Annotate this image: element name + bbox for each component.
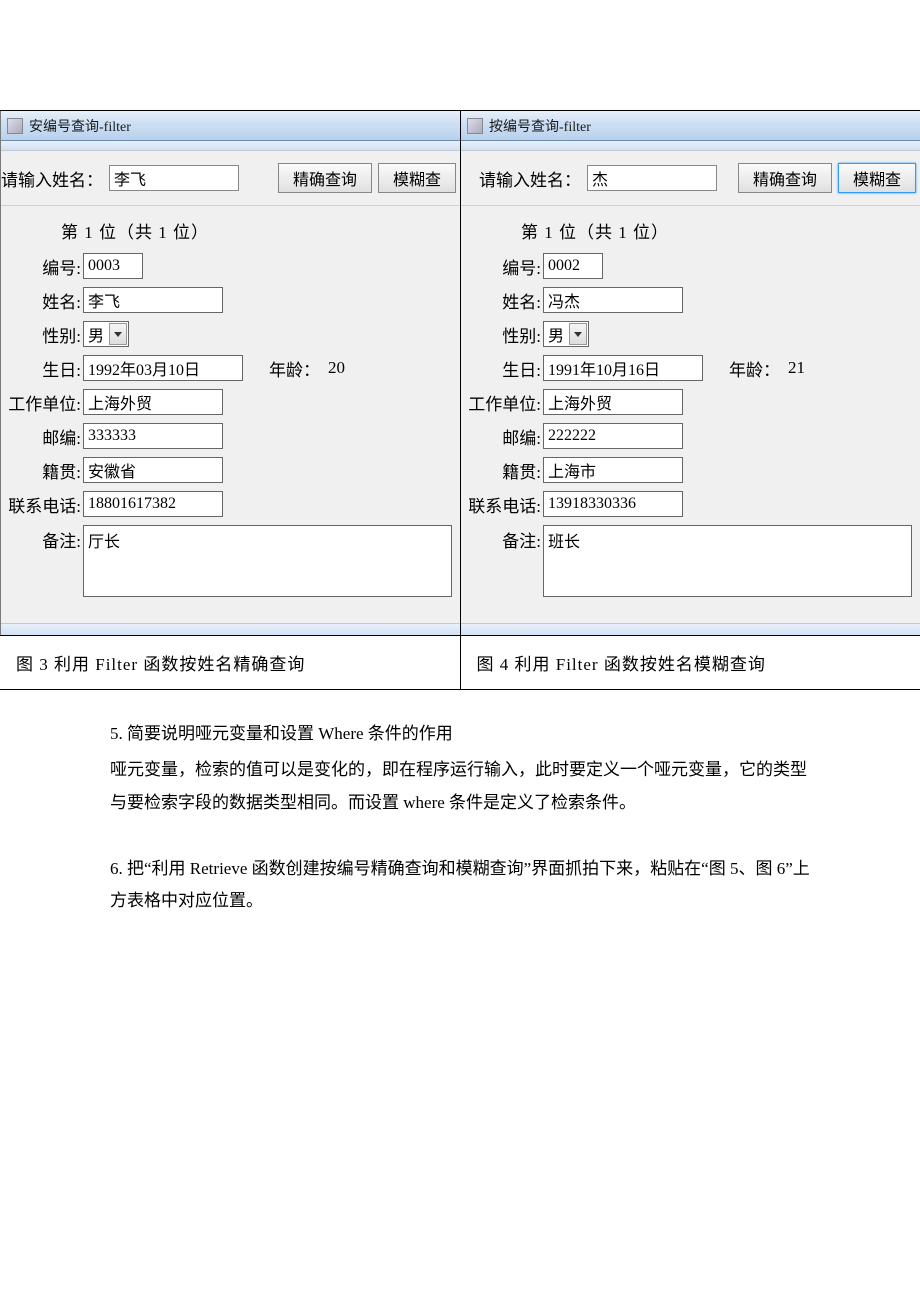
fuzzy-query-button[interactable]: 模糊查 bbox=[378, 163, 456, 193]
caption-row: 图 3 利用 Filter 函数按姓名精确查询 图 4 利用 Filter 函数… bbox=[0, 636, 920, 690]
phone-label: 联系电话: bbox=[1, 492, 83, 517]
phone-field[interactable] bbox=[83, 491, 223, 517]
age-value: 21 bbox=[788, 358, 805, 378]
document-body: 5. 简要说明哑元变量和设置 Where 条件的作用 哑元变量，检索的值可以是变… bbox=[0, 690, 920, 961]
app-window-right: 按编号查询-filter 请输入姓名： 精确查询 模糊查 第 1 位（共 1 位… bbox=[460, 111, 920, 635]
question-5-title: 5. 简要说明哑元变量和设置 Where 条件的作用 bbox=[110, 718, 810, 750]
birthday-label: 生日: bbox=[1, 356, 83, 381]
name-field[interactable] bbox=[83, 287, 223, 313]
workunit-label: 工作单位: bbox=[461, 390, 543, 415]
name-label: 姓名: bbox=[461, 288, 543, 313]
workunit-field[interactable] bbox=[83, 389, 223, 415]
remark-label: 备注: bbox=[1, 525, 83, 552]
chevron-down-icon[interactable] bbox=[109, 323, 127, 345]
remark-field[interactable] bbox=[83, 525, 452, 597]
age-label: 年龄： bbox=[729, 356, 780, 381]
position-indicator: 第 1 位（共 1 位） bbox=[1, 218, 460, 243]
search-row: 请输入姓名： 精确查询 模糊查 bbox=[1, 151, 460, 205]
workunit-label: 工作单位: bbox=[1, 390, 83, 415]
result-form: 第 1 位（共 1 位） 编号: 姓名: 性别: 男 生日: 年龄： 20 工作… bbox=[1, 205, 460, 623]
gender-value: 男 bbox=[544, 322, 568, 346]
gender-label: 性别: bbox=[461, 322, 543, 347]
gender-select[interactable]: 男 bbox=[83, 321, 129, 347]
name-search-input[interactable] bbox=[109, 165, 239, 191]
gender-label: 性别: bbox=[1, 322, 83, 347]
origin-label: 籍贯: bbox=[461, 458, 543, 483]
exact-query-button[interactable]: 精确查询 bbox=[738, 163, 832, 193]
toolbar-strip bbox=[1, 141, 460, 151]
titlebar-left: 安编号查询-filter bbox=[1, 111, 460, 141]
app-icon bbox=[7, 118, 23, 134]
search-label: 请输入姓名： bbox=[1, 166, 103, 191]
result-form: 第 1 位（共 1 位） 编号: 姓名: 性别: 男 生日: 年龄： 21 工作… bbox=[461, 205, 920, 623]
window-title: 按编号查询-filter bbox=[489, 116, 591, 136]
id-label: 编号: bbox=[1, 254, 83, 279]
question-6-title: 6. 把“利用 Retrieve 函数创建按编号精确查询和模糊查询”界面抓拍下来… bbox=[110, 853, 810, 918]
exact-query-button[interactable]: 精确查询 bbox=[278, 163, 372, 193]
fuzzy-query-button[interactable]: 模糊查 bbox=[838, 163, 916, 193]
gender-value: 男 bbox=[84, 322, 108, 346]
chevron-down-icon[interactable] bbox=[569, 323, 587, 345]
search-label: 请输入姓名： bbox=[479, 166, 581, 191]
phone-field[interactable] bbox=[543, 491, 683, 517]
zip-label: 邮编: bbox=[1, 424, 83, 449]
remark-label: 备注: bbox=[461, 525, 543, 552]
name-search-input[interactable] bbox=[587, 165, 717, 191]
search-row: 请输入姓名： 精确查询 模糊查 bbox=[461, 151, 920, 205]
name-field[interactable] bbox=[543, 287, 683, 313]
workunit-field[interactable] bbox=[543, 389, 683, 415]
age-label: 年龄： bbox=[269, 356, 320, 381]
phone-label: 联系电话: bbox=[461, 492, 543, 517]
origin-field[interactable] bbox=[543, 457, 683, 483]
gender-select[interactable]: 男 bbox=[543, 321, 589, 347]
app-window-left: 安编号查询-filter 请输入姓名： 精确查询 模糊查 第 1 位（共 1 位… bbox=[0, 111, 460, 635]
zip-field[interactable] bbox=[543, 423, 683, 449]
position-indicator: 第 1 位（共 1 位） bbox=[461, 218, 920, 243]
remark-field[interactable] bbox=[543, 525, 912, 597]
age-value: 20 bbox=[328, 358, 345, 378]
toolbar-strip bbox=[461, 141, 920, 151]
figure-4-caption: 图 4 利用 Filter 函数按姓名模糊查询 bbox=[460, 636, 920, 689]
zip-label: 邮编: bbox=[461, 424, 543, 449]
figure-3-caption: 图 3 利用 Filter 函数按姓名精确查询 bbox=[0, 636, 460, 689]
origin-field[interactable] bbox=[83, 457, 223, 483]
statusbar-strip bbox=[461, 623, 920, 635]
titlebar-right: 按编号查询-filter bbox=[461, 111, 920, 141]
name-label: 姓名: bbox=[1, 288, 83, 313]
birthday-label: 生日: bbox=[461, 356, 543, 381]
birthday-field[interactable] bbox=[83, 355, 243, 381]
question-5-answer: 哑元变量，检索的值可以是变化的，即在程序运行输入，此时要定义一个哑元变量，它的类… bbox=[110, 754, 810, 819]
window-title: 安编号查询-filter bbox=[29, 116, 131, 136]
origin-label: 籍贯: bbox=[1, 458, 83, 483]
app-icon bbox=[467, 118, 483, 134]
screenshot-table-row: 安编号查询-filter 请输入姓名： 精确查询 模糊查 第 1 位（共 1 位… bbox=[0, 110, 920, 636]
id-field[interactable] bbox=[83, 253, 143, 279]
id-label: 编号: bbox=[461, 254, 543, 279]
statusbar-strip bbox=[1, 623, 460, 635]
zip-field[interactable] bbox=[83, 423, 223, 449]
id-field[interactable] bbox=[543, 253, 603, 279]
birthday-field[interactable] bbox=[543, 355, 703, 381]
